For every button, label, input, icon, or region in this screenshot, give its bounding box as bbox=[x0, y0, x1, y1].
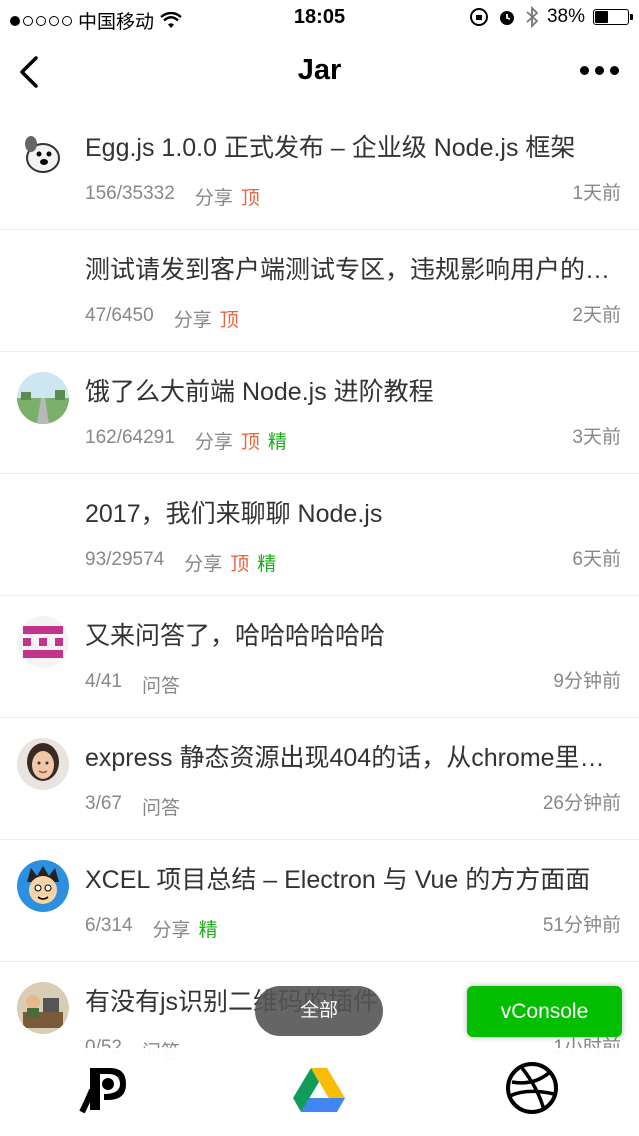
last-reply-time: 6天前 bbox=[572, 549, 621, 570]
topic-tab-label: 分享 bbox=[152, 920, 191, 941]
avatar[interactable] bbox=[17, 982, 69, 1034]
topic-meta: 162/64291 分享顶精 bbox=[85, 427, 287, 454]
topic-meta: 47/6450 分享顶 bbox=[85, 305, 239, 332]
more-icon[interactable] bbox=[580, 66, 619, 75]
topic-list: Egg.js 1.0.0 正式发布 – 企业级 Node.js 框架 156/35… bbox=[0, 108, 639, 1084]
topic-meta: 3/67 问答 bbox=[85, 793, 180, 820]
page-title: Jar bbox=[297, 54, 342, 86]
topic-tab-label: 分享 bbox=[173, 310, 212, 331]
topic-meta: 93/29574 分享顶精 bbox=[85, 549, 276, 576]
pinned-badge: 顶 bbox=[219, 310, 239, 331]
last-reply-time: 3天前 bbox=[572, 427, 621, 448]
dribbble-icon[interactable] bbox=[504, 1060, 560, 1116]
topic-item[interactable]: Egg.js 1.0.0 正式发布 – 企业级 Node.js 框架 156/35… bbox=[0, 108, 639, 230]
last-reply-time: 2天前 bbox=[572, 305, 621, 326]
orientation-lock-icon bbox=[469, 8, 488, 26]
filter-all-button[interactable]: 全部 bbox=[255, 986, 383, 1036]
topic-item[interactable]: 测试请发到客户端测试专区，违规影响用户的，直接封号 47/6450 分享顶 2天前 bbox=[0, 230, 639, 352]
topic-title[interactable]: 测试请发到客户端测试专区，违规影响用户的，直接封号 bbox=[85, 250, 621, 286]
topic-meta: 6/314 分享精 bbox=[85, 915, 218, 942]
topic-tab-label: 问答 bbox=[141, 798, 180, 819]
reply-view-count: 162/64291 bbox=[85, 427, 175, 448]
topic-item[interactable]: 2017，我们来聊聊 Node.js 93/29574 分享顶精 6天前 bbox=[0, 474, 639, 596]
topic-title[interactable]: 饿了么大前端 Node.js 进阶教程 bbox=[85, 372, 621, 408]
topic-item[interactable]: 又来问答了，哈哈哈哈哈哈 4/41 问答 9分钟前 bbox=[0, 596, 639, 718]
tab-bar bbox=[0, 1048, 639, 1136]
topic-title[interactable]: express 静态资源出现404的话，从chrome里面看到的 bbox=[85, 738, 621, 774]
avatar[interactable] bbox=[17, 372, 69, 424]
battery-icon bbox=[593, 9, 633, 25]
featured-badge: 精 bbox=[198, 920, 218, 941]
last-reply-time: 1天前 bbox=[572, 183, 621, 204]
topic-title[interactable]: Egg.js 1.0.0 正式发布 – 企业级 Node.js 框架 bbox=[85, 128, 621, 164]
topic-meta: 156/35332 分享顶 bbox=[85, 183, 260, 210]
featured-badge: 精 bbox=[267, 432, 287, 453]
battery-percent: 38% bbox=[546, 6, 585, 27]
last-reply-time: 9分钟前 bbox=[553, 671, 621, 692]
topic-tab-label: 分享 bbox=[194, 432, 233, 453]
navigation-bar: Jar bbox=[0, 36, 639, 108]
vconsole-button[interactable]: vConsole bbox=[467, 986, 622, 1037]
topic-item[interactable]: XCEL 项目总结 – Electron 与 Vue 的方方面面 6/314 分享精… bbox=[0, 840, 639, 962]
reply-view-count: 4/41 bbox=[85, 671, 122, 692]
topic-meta: 4/41 问答 bbox=[85, 671, 180, 698]
avatar[interactable] bbox=[17, 616, 69, 668]
featured-badge: 精 bbox=[257, 554, 277, 575]
last-reply-time: 51分钟前 bbox=[542, 915, 621, 936]
status-bar: 中国移动 18:05 38% bbox=[0, 0, 639, 36]
topic-title[interactable]: 2017，我们来聊聊 Node.js bbox=[85, 494, 621, 530]
topic-tab-label: 问答 bbox=[141, 676, 180, 697]
pinned-badge: 顶 bbox=[230, 554, 250, 575]
topic-title[interactable]: 又来问答了，哈哈哈哈哈哈 bbox=[85, 616, 621, 652]
alarm-icon bbox=[499, 11, 514, 25]
last-reply-time: 26分钟前 bbox=[542, 793, 621, 814]
bluetooth-icon bbox=[526, 6, 539, 28]
topic-title[interactable]: XCEL 项目总结 – Electron 与 Vue 的方方面面 bbox=[85, 860, 621, 896]
pinned-badge: 顶 bbox=[240, 432, 260, 453]
reply-view-count: 93/29574 bbox=[85, 549, 165, 570]
pinned-badge: 顶 bbox=[240, 188, 260, 209]
topic-item[interactable]: 饿了么大前端 Node.js 进阶教程 162/64291 分享顶精 3天前 bbox=[0, 352, 639, 474]
reply-view-count: 47/6450 bbox=[85, 305, 154, 326]
reply-view-count: 3/67 bbox=[85, 793, 122, 814]
reply-view-count: 6/314 bbox=[85, 915, 133, 936]
p-logo-icon[interactable] bbox=[78, 1060, 134, 1116]
topic-item[interactable]: express 静态资源出现404的话，从chrome里面看到的 3/67 问答 26… bbox=[0, 718, 639, 840]
topic-tab-label: 分享 bbox=[194, 188, 233, 209]
avatar[interactable] bbox=[17, 128, 69, 180]
reply-view-count: 156/35332 bbox=[85, 183, 175, 204]
topic-tab-label: 分享 bbox=[184, 554, 223, 575]
drive-icon[interactable] bbox=[291, 1060, 347, 1116]
avatar[interactable] bbox=[17, 738, 69, 790]
avatar[interactable] bbox=[17, 860, 69, 912]
